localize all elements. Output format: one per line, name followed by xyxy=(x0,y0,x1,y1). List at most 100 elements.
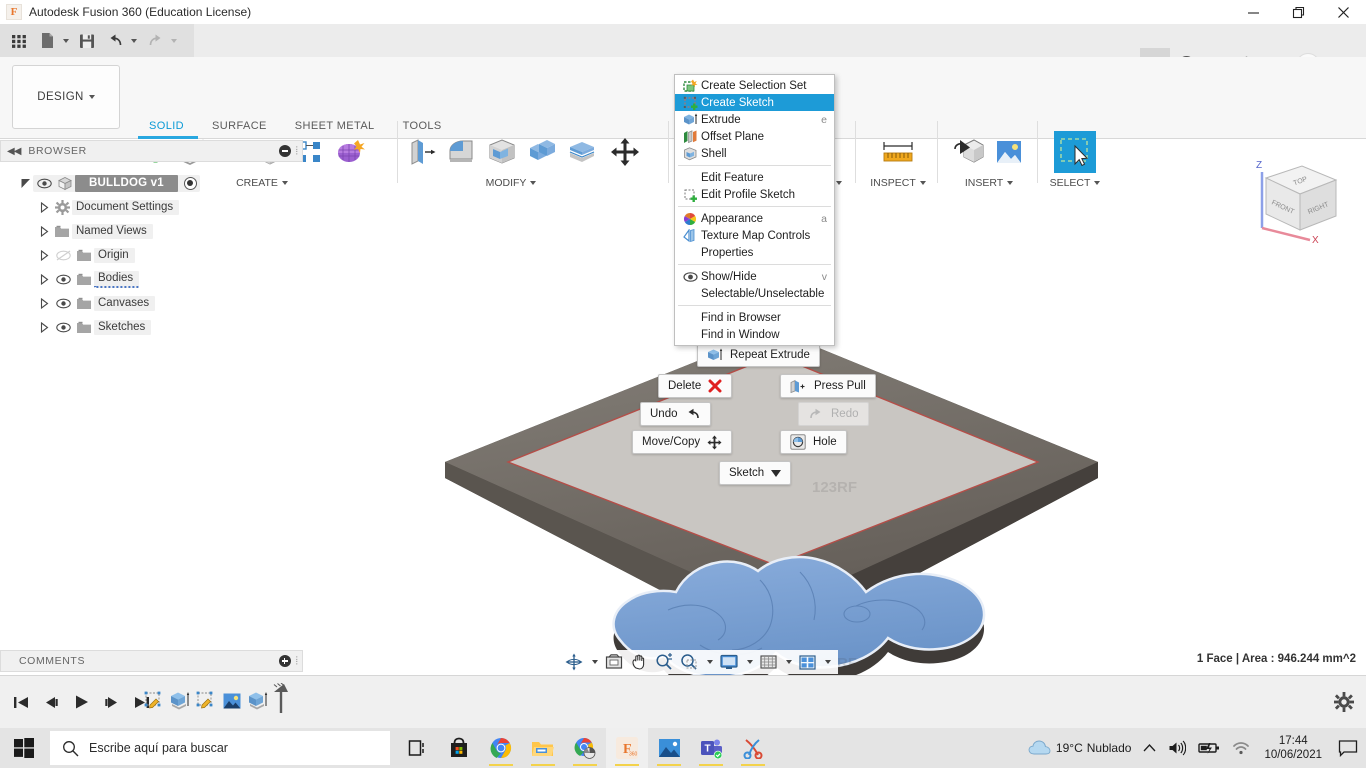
menu-item-edit-profile-sketch[interactable]: Edit Profile Sketch xyxy=(675,186,834,203)
undo-icon[interactable] xyxy=(102,28,128,54)
select-window-icon[interactable] xyxy=(1054,131,1096,173)
photos-icon[interactable] xyxy=(648,728,690,768)
menu-item-find-in-window[interactable]: Find in Window xyxy=(675,326,834,343)
windows-start-icon[interactable] xyxy=(0,728,48,768)
timeline-sketch-feature-1[interactable] xyxy=(142,688,166,714)
menu-item-find-in-browser[interactable]: Find in Browser xyxy=(675,309,834,326)
marking-menu-press-pull[interactable]: Press Pull xyxy=(780,374,876,398)
viewports-dropdown[interactable] xyxy=(820,651,834,673)
redo-icon[interactable] xyxy=(142,28,168,54)
fillet-icon[interactable] xyxy=(443,131,481,173)
chevron-right-icon[interactable] xyxy=(36,297,52,309)
visibility-eye-icon[interactable] xyxy=(52,274,74,285)
menu-item-selectable-unselectable[interactable]: Selectable/Unselectable xyxy=(675,285,834,302)
new-file-icon[interactable] xyxy=(34,28,60,54)
zoom-window-icon[interactable] xyxy=(677,651,701,673)
undo-dropdown[interactable] xyxy=(128,28,140,54)
tree-row-bodies[interactable]: Bodies xyxy=(0,267,303,291)
panel-resize-grip[interactable]: ⦙ xyxy=(296,145,298,158)
step-forward-icon[interactable] xyxy=(98,688,124,716)
pan-icon[interactable] xyxy=(627,651,651,673)
chevron-right-icon[interactable] xyxy=(36,249,52,261)
timeline-extrude-feature-1[interactable] xyxy=(168,688,192,714)
timeline-extrude-feature-2[interactable] xyxy=(246,688,270,714)
timeline-sketch-feature-2[interactable] xyxy=(194,688,218,714)
move-copy-icon[interactable] xyxy=(603,131,647,173)
chevron-right-icon[interactable] xyxy=(36,321,52,333)
zoom-icon[interactable] xyxy=(652,651,676,673)
tree-row-root[interactable]: BULLDOG v1 xyxy=(0,171,303,195)
volume-icon[interactable] xyxy=(1162,728,1192,768)
taskbar-search-box[interactable]: Escribe aquí para buscar xyxy=(50,731,390,765)
select-group-label[interactable]: SELECT xyxy=(1044,177,1106,189)
display-settings-icon[interactable] xyxy=(717,651,741,673)
marking-menu-move-copy[interactable]: Move/Copy xyxy=(632,430,733,454)
marking-menu-delete[interactable]: Delete xyxy=(658,374,733,398)
visibility-eye-icon[interactable] xyxy=(33,178,55,189)
chevron-right-icon[interactable] xyxy=(36,273,52,285)
visibility-eye-icon[interactable] xyxy=(52,322,74,333)
visibility-eye-off-icon[interactable] xyxy=(52,250,74,261)
timeline-end-marker-icon[interactable] xyxy=(272,683,290,714)
taskbar-clock[interactable]: 17:44 10/06/2021 xyxy=(1256,734,1330,762)
shell-icon[interactable] xyxy=(483,131,521,173)
grid-apps-icon[interactable] xyxy=(6,28,32,54)
menu-item-properties[interactable]: Properties xyxy=(675,244,834,261)
chevron-right-icon[interactable] xyxy=(36,225,52,237)
inspect-group-label[interactable]: INSPECT xyxy=(862,177,934,189)
timeline-settings-gear-icon[interactable] xyxy=(1334,692,1354,717)
menu-item-show-hide[interactable]: Show/Hide v xyxy=(675,268,834,285)
split-face-icon[interactable] xyxy=(563,131,601,173)
menu-item-texture-map-controls[interactable]: Texture Map Controls xyxy=(675,227,834,244)
menu-item-extrude[interactable]: Extrude e xyxy=(675,111,834,128)
insert-derive-icon[interactable] xyxy=(950,131,988,173)
fusion360-icon[interactable]: F 360 xyxy=(606,728,648,768)
panel-resize-grip[interactable]: ⦙ xyxy=(296,655,298,668)
insert-group-label[interactable]: INSERT xyxy=(944,177,1034,189)
orbit-dropdown[interactable] xyxy=(587,651,601,673)
maximize-button[interactable] xyxy=(1276,0,1321,24)
play-icon[interactable] xyxy=(68,688,94,716)
menu-item-create-selection-set[interactable]: Create Selection Set xyxy=(675,77,834,94)
menu-item-appearance[interactable]: Appearance a xyxy=(675,210,834,227)
minimize-button[interactable] xyxy=(1231,0,1276,24)
assemble-group-label[interactable] xyxy=(836,181,842,185)
close-button[interactable] xyxy=(1321,0,1366,24)
combine-icon[interactable] xyxy=(523,131,561,173)
expand-arrow-icon[interactable] xyxy=(17,178,33,189)
press-pull-icon[interactable] xyxy=(403,131,441,173)
chevron-right-icon[interactable] xyxy=(36,201,52,213)
tree-row-canvases[interactable]: Canvases xyxy=(0,291,303,315)
fit-view-icon[interactable] xyxy=(602,651,626,673)
menu-item-create-sketch[interactable]: Create Sketch xyxy=(675,94,834,111)
chrome-secondary-icon[interactable] xyxy=(564,728,606,768)
form-icon[interactable] xyxy=(331,131,369,173)
task-view-icon[interactable] xyxy=(396,728,438,768)
marking-menu-repeat-extrude[interactable]: Repeat Extrude xyxy=(697,343,820,367)
skip-start-icon[interactable] xyxy=(8,688,34,716)
menu-item-shell[interactable]: Shell xyxy=(675,145,834,162)
measure-icon[interactable] xyxy=(879,131,917,173)
battery-icon[interactable] xyxy=(1192,728,1226,768)
new-file-dropdown[interactable] xyxy=(60,28,72,54)
save-icon[interactable] xyxy=(74,28,100,54)
step-back-icon[interactable] xyxy=(38,688,64,716)
visibility-eye-icon[interactable] xyxy=(52,298,74,309)
wifi-icon[interactable] xyxy=(1226,728,1256,768)
redo-dropdown[interactable] xyxy=(168,28,180,54)
zoom-window-dropdown[interactable] xyxy=(702,651,716,673)
show-hidden-icons-icon[interactable] xyxy=(1137,728,1162,768)
modify-group-label[interactable]: MODIFY xyxy=(359,177,663,189)
minus-circle-icon[interactable] xyxy=(278,145,291,157)
workspace-selector[interactable]: DESIGN xyxy=(12,65,120,129)
marking-menu-hole[interactable]: Hole xyxy=(780,430,847,454)
tree-row-named-views[interactable]: Named Views xyxy=(0,219,303,243)
weather-widget[interactable]: 19°C Nublado xyxy=(1022,728,1138,768)
marking-menu-undo[interactable]: Undo xyxy=(640,402,711,426)
comments-panel[interactable]: COMMENTS ⦙ xyxy=(0,650,303,672)
file-explorer-icon[interactable] xyxy=(522,728,564,768)
plus-circle-icon[interactable] xyxy=(278,655,291,667)
timeline-canvas-feature[interactable] xyxy=(220,688,244,714)
tree-row-document-settings[interactable]: Document Settings xyxy=(0,195,303,219)
view-cube[interactable]: Z X TOP FRONT RIGHT xyxy=(1244,148,1344,246)
